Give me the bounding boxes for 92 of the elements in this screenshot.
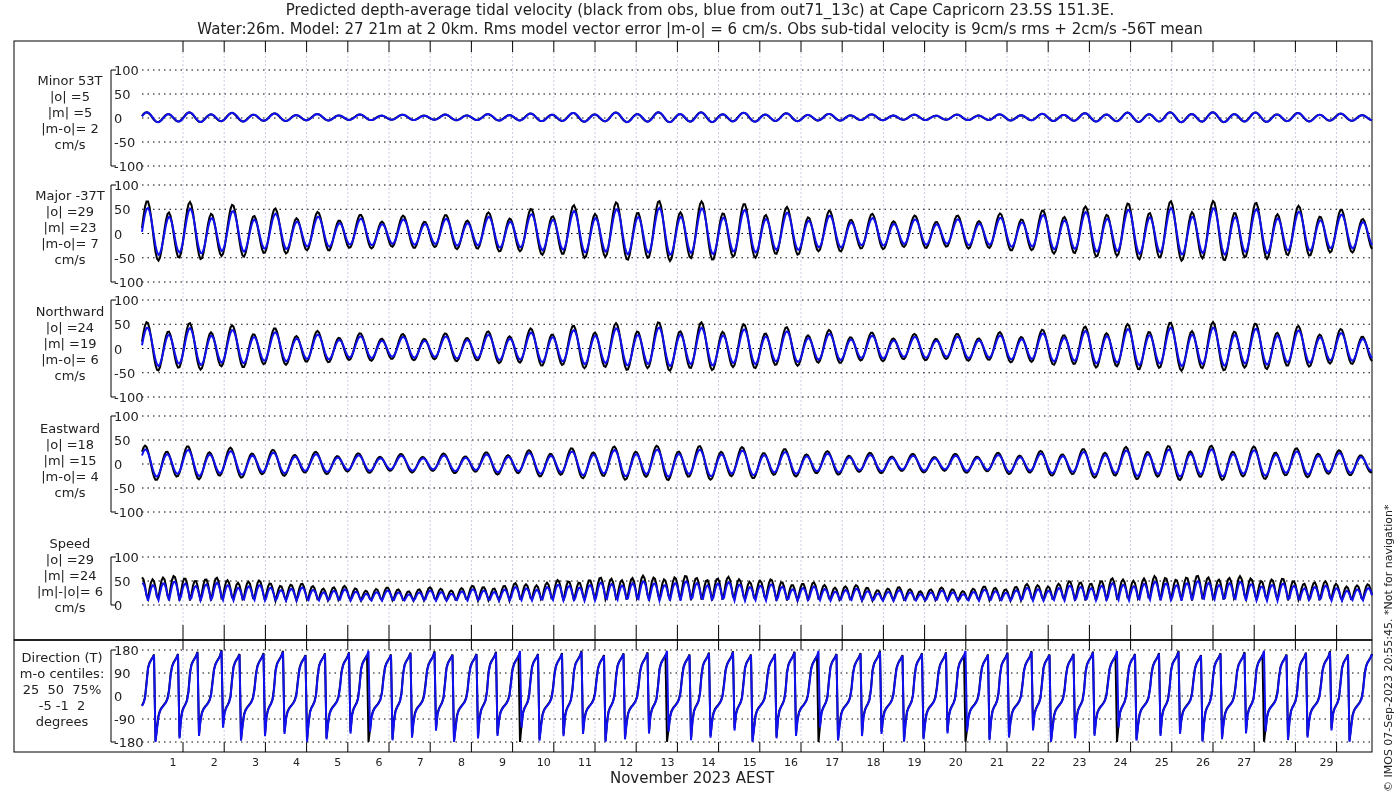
y-tick-label: 0 [114, 598, 123, 613]
y-tick-label: 0 [114, 341, 123, 357]
panel-stat-label: m-o centiles: [19, 666, 105, 681]
panel-stat-label: degrees [35, 714, 89, 729]
chart-title: Water:26m. Model: 27 21m at 2 0km. Rms model vector error |m-o| = 6 cm/s. Obs sub-tidal velocity is 9cm/s rms + 2cm/s -56T mean [197, 20, 1203, 38]
y-tick-label: 50 [114, 202, 131, 218]
x-tick-label: 22 [1031, 756, 1046, 769]
y-tick-label: 90 [114, 666, 131, 681]
y-tick-label: 100 [114, 293, 139, 308]
x-tick-label: 8 [457, 756, 465, 769]
x-tick-label: 20 [948, 756, 963, 769]
x-tick-label: 14 [701, 756, 716, 769]
y-tick-label: 100 [114, 178, 139, 193]
panel-stat-label: Northward [35, 304, 105, 319]
y-tick-label: 180 [114, 643, 139, 658]
panel-stat-label: |o| =29 [45, 552, 95, 567]
panel-stat-label: |m-o|= 7 [41, 236, 99, 251]
panel-stat-label: |m| =24 [43, 568, 97, 583]
copyright-note: © IMOS 07-Sep-2023 20:55:45. *Not for navigation* [1382, 504, 1395, 792]
x-tick-label: 17 [825, 756, 840, 769]
panel-stat-label: |o| =5 [50, 89, 90, 104]
panel-stat-label: cm/s [54, 485, 86, 500]
y-tick-label: -50 [114, 481, 136, 496]
y-tick-label: 0 [114, 689, 123, 704]
panel-stat-label: |o| =18 [45, 437, 95, 452]
y-tick-label: 100 [114, 63, 139, 78]
y-tick-label: -50 [114, 135, 136, 150]
x-tick-label: 19 [907, 756, 922, 769]
x-tick-label: 1 [169, 756, 177, 769]
x-tick-label: 15 [742, 756, 757, 769]
y-tick-label: -180 [114, 735, 144, 750]
x-tick-label: 13 [660, 756, 675, 769]
panel-stat-label: |m-o|= 2 [41, 121, 99, 136]
y-tick-label: 0 [114, 457, 123, 472]
y-tick-label: -50 [114, 365, 136, 381]
x-tick-label: 29 [1319, 756, 1334, 769]
panel-stat-label: |m| =15 [43, 453, 97, 468]
panel-stat-label: |m| =5 [47, 105, 93, 120]
panel-stat-label: |m| =23 [43, 220, 97, 235]
x-tick-label: 11 [578, 756, 592, 769]
x-tick-label: 9 [499, 756, 507, 769]
y-tick-label: -100 [114, 159, 144, 174]
x-tick-label: 5 [334, 756, 342, 769]
panel-stat-label: |o| =29 [45, 204, 95, 219]
y-tick-label: 100 [114, 550, 139, 565]
x-tick-label: 7 [416, 756, 424, 769]
y-tick-label: -50 [114, 250, 136, 266]
chart-title: Predicted depth-average tidal velocity (black from obs, blue from out71_13c) at Cape Capricorn 23.5S 151.3E. [285, 1, 1115, 19]
y-tick-label: 50 [114, 87, 131, 102]
x-tick-label: 23 [1072, 756, 1087, 769]
y-tick-label: -100 [114, 275, 144, 290]
y-tick-label: -100 [114, 505, 144, 520]
y-axis-line [110, 556, 117, 606]
x-tick-label: 16 [784, 756, 798, 769]
panel-stat-label: |o| =24 [45, 320, 95, 335]
panel-stat-label: |m|-|o|= 6 [36, 584, 104, 599]
panel-stat-label: Speed [49, 536, 91, 551]
x-axis-title: November 2023 AEST [609, 769, 775, 787]
panel-stat-label: Eastward [40, 421, 100, 436]
x-tick-label: 6 [375, 756, 383, 769]
x-tick-label: 27 [1237, 756, 1252, 769]
panel-stat-label: |m-o|= 4 [41, 469, 99, 484]
panel-stat-label: cm/s [54, 137, 86, 152]
panel-stat-label: cm/s [54, 252, 86, 267]
y-tick-label: 50 [114, 317, 131, 333]
panel-stat-label: |m| =19 [43, 336, 97, 351]
y-tick-label: 100 [114, 409, 139, 424]
y-tick-label: 0 [114, 111, 123, 126]
panel-stat-label: Major -37T [35, 188, 105, 203]
panel-stat-label: 25 50 75% [22, 682, 102, 697]
y-tick-label: -90 [114, 712, 136, 727]
x-tick-label: 10 [536, 756, 551, 769]
panel-stat-label: cm/s [54, 600, 86, 615]
x-tick-label: 3 [251, 756, 259, 769]
y-tick-label: 0 [114, 226, 123, 242]
x-tick-label: 26 [1196, 756, 1210, 769]
x-tick-label: 12 [619, 756, 634, 769]
panel-stat-label: Direction (T) [21, 650, 103, 665]
y-tick-label: 50 [114, 574, 131, 589]
panel-stat-label: |m-o|= 6 [41, 352, 99, 367]
panel-stat-label: -5 -1 2 [38, 698, 86, 713]
panel-stat-label: Minor 53T [37, 73, 103, 88]
y-tick-label: -100 [114, 390, 144, 405]
x-tick-label: 25 [1154, 756, 1169, 769]
y-tick-label: 50 [114, 433, 131, 448]
x-tick-label: 18 [866, 756, 881, 769]
x-tick-label: 21 [990, 756, 1004, 769]
x-tick-label: 4 [293, 756, 301, 769]
x-tick-label: 2 [210, 756, 218, 769]
panel-stat-label: cm/s [54, 368, 86, 383]
x-tick-label: 24 [1113, 756, 1128, 769]
x-tick-label: 28 [1278, 756, 1293, 769]
